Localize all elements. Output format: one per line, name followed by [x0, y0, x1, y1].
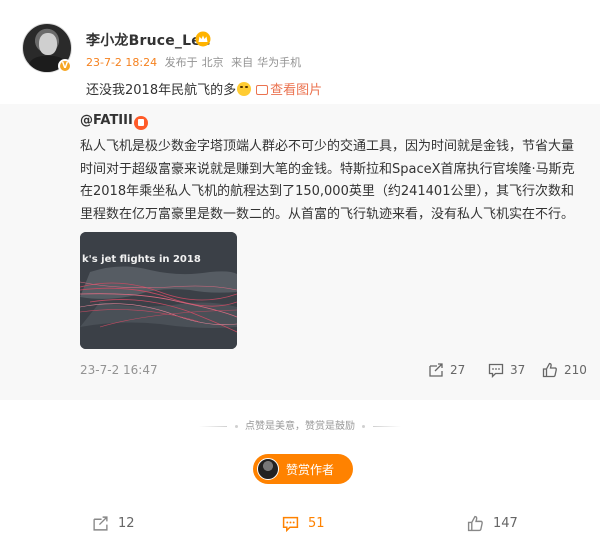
divider-line-right — [373, 425, 402, 427]
emoji-icon — [237, 82, 252, 96]
post-source: 华为手机 — [257, 56, 302, 69]
post-location: 北京 — [201, 56, 224, 69]
repost-reposts-button[interactable]: 27 — [428, 362, 465, 378]
repost-icon — [93, 516, 108, 531]
repost-button[interactable]: 12 — [92, 515, 135, 532]
repost-comments-button[interactable]: 37 — [488, 362, 525, 378]
username[interactable]: 李小龙Bruce_Lee — [86, 30, 211, 50]
repost-text: 私人飞机是极少数金字塔顶端人群必不可少的交通工具，因为时间就是金钱，节省大量时间… — [80, 139, 575, 222]
like-button[interactable]: 147 — [467, 515, 518, 532]
action-bar: 12 51 147 — [0, 505, 600, 541]
comment-icon — [282, 516, 299, 532]
divider-line-left — [198, 425, 227, 427]
comment-icon — [488, 363, 504, 378]
post-text: 还没我2018年民航飞的多 查看图片 — [86, 79, 322, 98]
reward-avatar — [257, 458, 279, 480]
like-icon — [542, 362, 557, 378]
source-label: 来自 — [231, 56, 254, 69]
like-icon — [467, 515, 483, 532]
map-graphic — [80, 232, 237, 349]
comment-count: 51 — [308, 516, 325, 531]
like-count: 147 — [493, 516, 518, 531]
verified-badge-icon: V — [58, 59, 72, 73]
view-picture-link[interactable]: 查看图片 — [256, 83, 322, 98]
post-meta: 23-7-2 18:24 发布于 北京 来自 华为手机 — [86, 54, 305, 70]
divider-dot — [234, 424, 238, 428]
repost-username[interactable]: @FATIII — [80, 113, 133, 128]
repost-count: 12 — [118, 516, 135, 531]
divider-dot — [362, 424, 366, 428]
comment-button[interactable]: 51 — [282, 515, 325, 532]
repost-image[interactable]: k's jet flights in 2018 — [80, 232, 237, 349]
avatar-face — [39, 33, 57, 55]
view-picture-label: 查看图片 — [270, 83, 323, 98]
picture-icon — [256, 85, 269, 95]
posted-from-label: 发布于 — [164, 56, 198, 69]
repost-card[interactable]: @FATIII 私人飞机是极少数金字塔顶端人群必不可少的交通工具，因为时间就是金… — [0, 104, 600, 400]
reward-divider: 点赞是美意，赞赏是鼓励 — [0, 417, 600, 432]
reward-author-button[interactable]: 赞赏作者 — [253, 454, 353, 484]
image-caption: k's jet flights in 2018 — [82, 254, 201, 265]
divider-text: 点赞是美意，赞赏是鼓励 — [245, 421, 355, 432]
post-body: 还没我2018年民航飞的多 — [86, 83, 237, 98]
weibo-post: V 李小龙Bruce_Lee 23-7-2 18:24 发布于 北京 来自 华为手机… — [0, 0, 600, 541]
repost-reposts-count: 27 — [450, 363, 466, 377]
vip-badge-icon — [134, 116, 148, 130]
crown-icon — [195, 31, 211, 47]
repost-comments-count: 37 — [510, 363, 526, 377]
post-time[interactable]: 23-7-2 18:24 — [86, 56, 157, 69]
reward-label: 赞赏作者 — [286, 462, 335, 477]
repost-likes-button[interactable]: 210 — [542, 362, 587, 378]
repost-likes-count: 210 — [564, 363, 587, 377]
repost-icon — [429, 363, 443, 377]
repost-time[interactable]: 23-7-2 16:47 — [80, 363, 158, 377]
